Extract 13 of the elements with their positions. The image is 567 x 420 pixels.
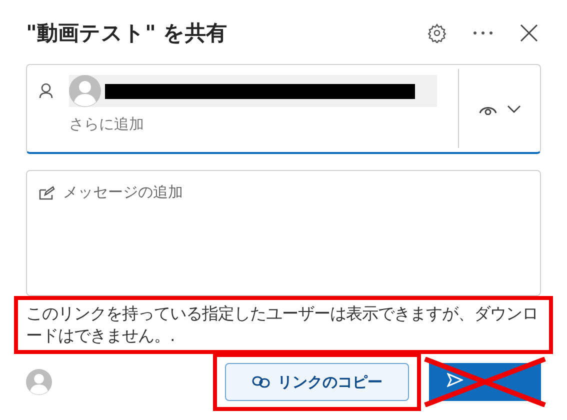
chevron-down-icon xyxy=(506,104,520,112)
link-icon xyxy=(252,375,270,389)
edit-icon xyxy=(39,186,55,200)
settings-icon[interactable] xyxy=(425,21,449,45)
message-field[interactable]: メッセージの追加 xyxy=(26,170,541,296)
recipient-chip[interactable] xyxy=(69,75,437,107)
avatar-icon xyxy=(69,75,101,107)
copy-link-button[interactable]: リンクのコピー xyxy=(225,363,409,401)
person-icon xyxy=(39,83,53,99)
info-text: このリンクを持っている指定したユーザーは表示できますが、ダウンロードはできません。. xyxy=(26,303,539,347)
dialog-title: "動画テスト" を共有 xyxy=(26,20,228,47)
user-avatar-icon xyxy=(26,369,52,395)
send-icon xyxy=(447,372,463,388)
